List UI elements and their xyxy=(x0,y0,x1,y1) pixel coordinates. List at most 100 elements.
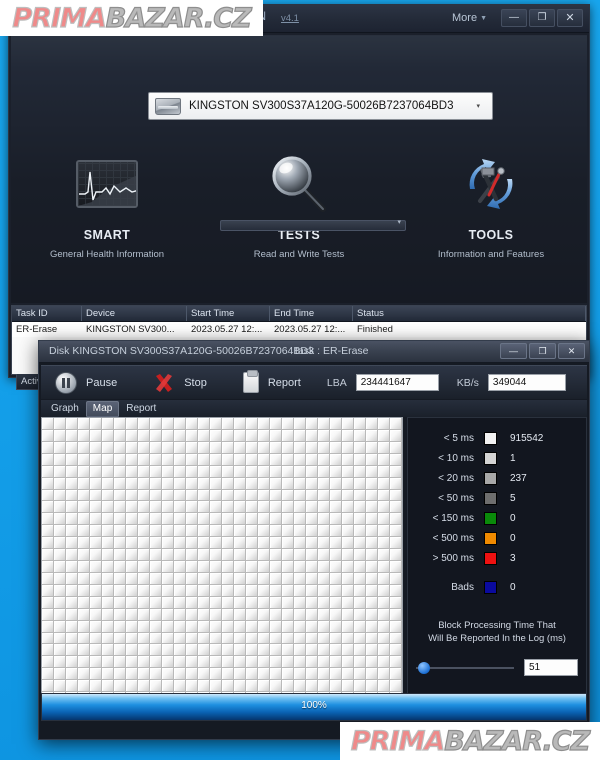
legend-label: < 50 ms xyxy=(438,492,474,504)
map-cell xyxy=(258,477,270,490)
map-cell xyxy=(246,608,258,621)
map-cell xyxy=(186,584,198,597)
map-cell xyxy=(318,477,330,490)
map-cell xyxy=(258,584,270,597)
drive-selector[interactable]: KINGSTON SV300S37A120G-50026B7237064BD3 … xyxy=(148,92,493,120)
map-cell xyxy=(42,525,54,538)
map-cell xyxy=(150,644,162,657)
map-cell xyxy=(282,489,294,502)
legend-swatch xyxy=(484,491,497,505)
map-cell xyxy=(78,596,90,609)
map-cell xyxy=(186,453,198,466)
map-cell xyxy=(126,608,138,621)
map-cell xyxy=(390,549,402,561)
map-cell xyxy=(90,477,102,490)
map-cell xyxy=(282,584,294,597)
minimize-button[interactable]: — xyxy=(501,9,527,27)
kbs-field[interactable]: 349044 xyxy=(487,374,566,391)
chevron-down-icon: ▼ xyxy=(480,14,487,22)
map-cell xyxy=(210,584,222,597)
map-cell xyxy=(186,489,198,502)
tab-graph[interactable]: Graph xyxy=(44,401,86,417)
map-cell xyxy=(90,489,102,502)
map-cell xyxy=(102,572,114,585)
column-header-task-id[interactable]: Task ID xyxy=(12,306,82,321)
map-cell xyxy=(90,561,102,573)
map-cell xyxy=(318,656,330,669)
tile-tools-icon-wrap xyxy=(395,148,587,220)
map-cell xyxy=(258,441,270,454)
tab-map[interactable]: Map xyxy=(85,401,120,417)
map-cell xyxy=(78,418,90,430)
dialog-close-button[interactable]: ✕ xyxy=(558,343,585,359)
map-cell xyxy=(378,501,390,514)
close-button[interactable]: ✕ xyxy=(557,9,583,27)
column-header-status[interactable]: Status xyxy=(353,306,586,321)
block-time-slider[interactable] xyxy=(416,661,514,674)
map-cell xyxy=(378,513,390,526)
legend-value: 5 xyxy=(510,492,516,504)
map-cell xyxy=(282,441,294,454)
legend-label: < 5 ms xyxy=(443,432,474,444)
legend-row: > 500 ms 3 xyxy=(408,548,586,568)
report-button[interactable]: Report xyxy=(242,370,301,393)
legend-label: < 150 ms xyxy=(432,512,474,524)
map-cell xyxy=(270,656,282,669)
map-cell xyxy=(234,561,246,573)
map-cell xyxy=(378,656,390,669)
watermark-top: PRIMA BAZAR.CZ xyxy=(0,0,263,36)
map-cell xyxy=(366,644,378,657)
slider-handle[interactable] xyxy=(417,661,430,674)
tab-report[interactable]: Report xyxy=(119,401,163,417)
lba-field[interactable]: 234441647 xyxy=(355,374,439,391)
tile-tests[interactable]: TESTS Read and Write Tests xyxy=(203,148,395,260)
map-cell xyxy=(306,418,318,430)
watermark-part1: PRIMA xyxy=(12,2,108,34)
map-cell xyxy=(162,632,174,645)
map-cell xyxy=(270,489,282,502)
map-cell xyxy=(342,644,354,657)
block-map[interactable] xyxy=(41,417,403,705)
map-cell xyxy=(126,632,138,645)
stop-button[interactable]: Stop xyxy=(153,372,207,394)
tile-smart[interactable]: SMART General Health Information xyxy=(11,148,203,260)
tile-smart-label: SMART xyxy=(83,228,131,242)
map-cell xyxy=(354,489,366,502)
map-cell xyxy=(246,668,258,681)
map-cell xyxy=(126,418,138,430)
map-cell xyxy=(390,489,402,502)
map-cell xyxy=(90,608,102,621)
maximize-button[interactable]: ❐ xyxy=(529,9,555,27)
map-cell xyxy=(390,620,402,633)
map-cell xyxy=(42,644,54,657)
map-cell xyxy=(222,453,234,466)
map-cell xyxy=(210,489,222,502)
dialog-minimize-button[interactable]: — xyxy=(500,343,527,359)
map-cell xyxy=(366,429,378,442)
map-cell xyxy=(42,680,54,693)
map-cell xyxy=(282,608,294,621)
map-cell xyxy=(234,680,246,693)
map-cell xyxy=(330,549,342,561)
pause-button[interactable]: Pause xyxy=(55,371,117,394)
legend-swatch xyxy=(484,531,497,545)
map-cell xyxy=(294,572,306,585)
column-header-device[interactable]: Device xyxy=(82,306,187,321)
map-cell xyxy=(210,537,222,550)
dialog-maximize-button[interactable]: ❐ xyxy=(529,343,556,359)
map-cell xyxy=(354,572,366,585)
map-cell xyxy=(150,418,162,430)
collapse-handle[interactable] xyxy=(220,218,406,231)
more-button[interactable]: More ▼ xyxy=(446,10,493,26)
table-row[interactable]: ER-Erase KINGSTON SV300... 2023.05.27 12… xyxy=(12,322,586,337)
map-cell xyxy=(246,572,258,585)
map-cell xyxy=(138,608,150,621)
block-time-value[interactable]: 51 xyxy=(524,659,578,676)
column-header-end-time[interactable]: End Time xyxy=(270,306,353,321)
map-cell xyxy=(150,501,162,514)
map-cell xyxy=(114,418,126,430)
tile-tools[interactable]: TOOLS Information and Features xyxy=(395,148,587,260)
map-cell xyxy=(138,418,150,430)
map-cell xyxy=(54,418,66,430)
column-header-start-time[interactable]: Start Time xyxy=(187,306,270,321)
